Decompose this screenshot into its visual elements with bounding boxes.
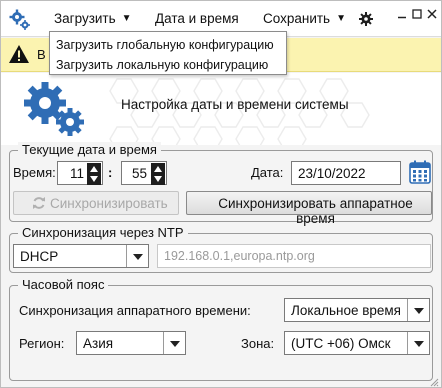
- ntp-servers-input[interactable]: 192.168.0.1,europa.ntp.org: [157, 244, 431, 268]
- zone-label: Зона:: [241, 336, 275, 351]
- caret-down-icon: ▼: [336, 13, 346, 24]
- time-label: Время:: [13, 165, 56, 180]
- load-menu-dropdown: Загрузить глобальную конфигурацию Загруз…: [49, 31, 287, 75]
- ntp-legend: Синхронизация через NTP: [18, 225, 188, 240]
- sync-hardware-time-label: Синхронизировать аппаратное время: [218, 196, 413, 226]
- hour-value: 11: [70, 166, 85, 181]
- chevron-down-icon[interactable]: [407, 299, 429, 321]
- minute-stepper[interactable]: 55: [121, 161, 167, 185]
- date-field[interactable]: 23/10/2022: [291, 161, 401, 185]
- warning-text: В: [37, 47, 46, 62]
- resize-grip-icon[interactable]: [429, 375, 439, 388]
- chevron-down-icon[interactable]: [163, 332, 185, 354]
- sync-icon: [32, 196, 46, 213]
- menu-save[interactable]: Сохранить ▼: [263, 11, 346, 26]
- menu-save-label: Сохранить: [263, 11, 331, 26]
- ntp-mode-select[interactable]: DHCP: [13, 244, 149, 268]
- settings-gear-icon[interactable]: [359, 12, 373, 29]
- region-value: Азия: [83, 336, 114, 351]
- minute-value: 55: [132, 166, 148, 181]
- menu-item-load-local[interactable]: Загрузить локальную конфигурацию: [56, 58, 268, 72]
- menu-load[interactable]: Загрузить ▼: [54, 11, 132, 26]
- app-gear-icon[interactable]: [9, 9, 31, 34]
- hw-sync-label: Синхронизация аппаратного времени:: [19, 303, 251, 318]
- caret-down-icon: ▼: [121, 13, 132, 24]
- page-title: Настройка даты и времени системы: [121, 97, 349, 112]
- time-separator: :: [108, 165, 113, 180]
- menu-load-label: Загрузить: [54, 11, 116, 26]
- header-panel: Настройка даты и времени системы: [1, 73, 441, 145]
- sync-button[interactable]: Синхронизировать: [13, 191, 179, 215]
- chevron-down-icon[interactable]: [407, 332, 429, 354]
- maximize-icon[interactable]: [412, 7, 422, 19]
- ntp-mode-value: DHCP: [20, 249, 59, 264]
- menu-datetime-label: Дата и время: [155, 11, 239, 26]
- calendar-icon[interactable]: [409, 160, 431, 187]
- zone-select[interactable]: (UTC +06) Омск: [284, 331, 430, 355]
- region-label: Регион:: [19, 336, 65, 351]
- zone-value: (UTC +06) Омск: [291, 336, 391, 351]
- region-select[interactable]: Азия: [76, 331, 186, 355]
- current-datetime-legend: Текущие дата и время: [18, 142, 161, 157]
- hour-stepper[interactable]: 11: [57, 161, 103, 185]
- chevron-down-icon[interactable]: [126, 245, 148, 267]
- system-settings-gears-icon: [23, 81, 89, 144]
- timezone-legend: Часовой пояс: [18, 277, 109, 292]
- warning-icon: [8, 44, 30, 67]
- datetime-settings-window: Загрузить ▼ Дата и время Сохранить ▼ В З…: [0, 0, 442, 388]
- close-icon[interactable]: [427, 7, 437, 19]
- minimize-icon[interactable]: [397, 7, 407, 19]
- menu-item-load-global[interactable]: Загрузить глобальную конфигурацию: [56, 38, 274, 52]
- minute-spin-icon[interactable]: [151, 163, 165, 185]
- menu-datetime[interactable]: Дата и время: [155, 11, 239, 26]
- ntp-servers-placeholder: 192.168.0.1,europa.ntp.org: [164, 249, 315, 263]
- sync-button-label: Синхронизировать: [50, 196, 168, 211]
- hw-sync-select[interactable]: Локальное время: [284, 298, 430, 322]
- date-value: 23/10/2022: [298, 166, 366, 181]
- sync-hardware-time-button[interactable]: Синхронизировать аппаратное время: [186, 191, 432, 226]
- date-label: Дата:: [251, 165, 284, 180]
- hw-sync-value: Локальное время: [291, 303, 401, 318]
- hour-spin-icon[interactable]: [87, 163, 101, 185]
